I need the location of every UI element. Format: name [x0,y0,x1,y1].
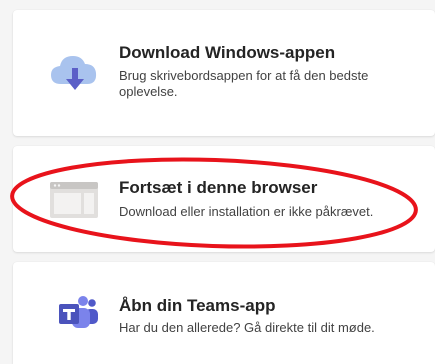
browser-window-icon [47,178,103,222]
continue-in-browser-option[interactable]: Fortsæt i denne browser Download eller i… [13,146,435,252]
option-description: Har du den allerede? Gå direkte til dit … [119,320,375,335]
option-title: Fortsæt i denne browser [119,178,318,197]
cloud-download-icon [47,50,103,94]
option-title: Åbn din Teams-app [119,296,276,315]
open-teams-app-option[interactable]: Åbn din Teams-app Har du den allerede? G… [13,262,435,364]
download-windows-app-option[interactable]: Download Windows-appen Brug skrivebordsa… [13,10,435,136]
option-description: Download eller installation er ikke påkr… [119,204,374,219]
teams-icon [47,290,103,334]
option-title: Download Windows-appen [119,43,336,62]
option-description: Brug skrivebordsappen for at få den beds… [119,68,369,99]
